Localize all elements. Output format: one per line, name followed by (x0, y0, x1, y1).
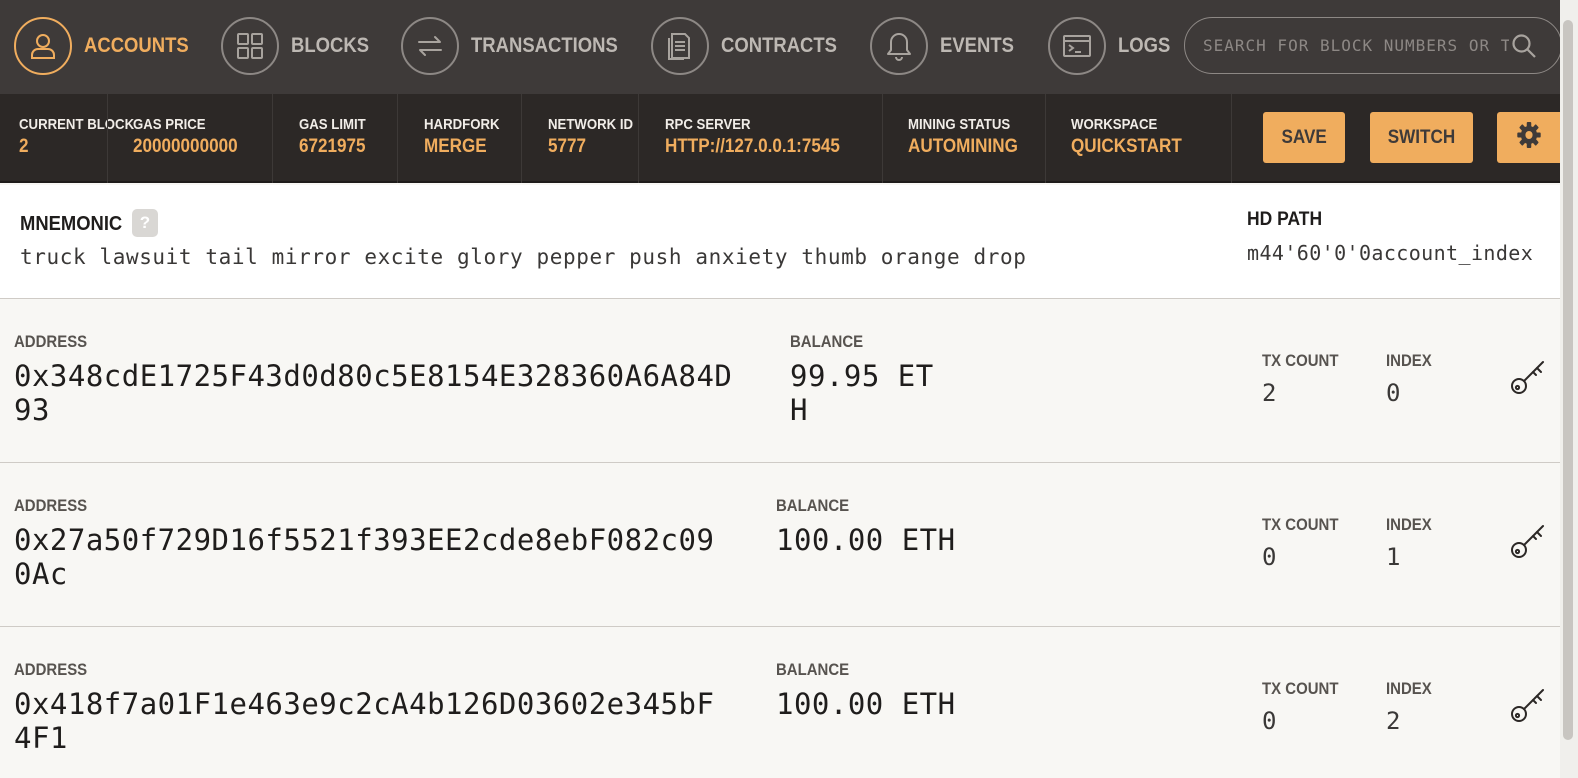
hardfork: HARDFORK MERGE (398, 94, 522, 183)
mining-status: MINING STATUS AUTOMINING (883, 94, 1046, 183)
swap-arrows-icon (401, 17, 459, 75)
index-value: 1 (1386, 543, 1401, 571)
rpc-server: RPC SERVER HTTP://127.0.0.1:7545 (639, 94, 883, 183)
account-address: 0x348cdE1725F43d0d80c5E8154E328360A6A84D… (14, 359, 733, 427)
nav-events[interactable]: EVENTS (870, 17, 1024, 75)
document-icon (651, 17, 709, 75)
tx-count-label: TX COUNT (1262, 351, 1339, 370)
account-balance: 100.00 ETH (776, 523, 956, 557)
gear-icon (1515, 120, 1542, 156)
address-label: ADDRESS (14, 660, 88, 679)
account-row[interactable]: ADDRESS 0x27a50f729D16f5521f393EE2cde8eb… (0, 463, 1560, 627)
nav-accounts[interactable]: ACCOUNTS (14, 17, 203, 75)
key-icon[interactable] (1506, 683, 1550, 727)
help-icon[interactable]: ? (132, 209, 158, 237)
balance-label: BALANCE (776, 496, 850, 515)
switch-button[interactable]: SWITCH (1370, 112, 1473, 163)
balance-label: BALANCE (790, 332, 864, 351)
address-label: ADDRESS (14, 332, 88, 351)
mnemonic-panel: MNEMONIC ? truck lawsuit tail mirror exc… (0, 185, 1560, 299)
address-label: ADDRESS (14, 496, 88, 515)
nav-contracts-label: CONTRACTS (721, 34, 838, 57)
nav-blocks[interactable]: BLOCKS (221, 17, 380, 75)
nav-contracts[interactable]: CONTRACTS (651, 17, 853, 75)
scrollbar-thumb[interactable] (1563, 20, 1573, 740)
account-balance: 100.00 ETH (776, 687, 956, 721)
gas-limit: GAS LIMIT 6721975 (273, 94, 398, 183)
gas-price: GAS PRICE 20000000000 (107, 94, 273, 183)
tx-count-value: 2 (1262, 379, 1277, 407)
top-navigation: ACCOUNTS BLOCKS TRANSACTIONS CONTRACTS E… (0, 0, 1578, 94)
hd-path-title: HD PATH (1247, 209, 1323, 230)
nav-blocks-label: BLOCKS (291, 34, 370, 57)
network-id: NETWORK ID 5777 (522, 94, 639, 183)
account-balance: 99.95 ETH (790, 359, 934, 427)
mnemonic-words: truck lawsuit tail mirror excite glory p… (20, 245, 1027, 269)
terminal-icon (1048, 17, 1106, 75)
nav-logs-label: LOGS (1118, 34, 1171, 57)
nav-accounts-label: ACCOUNTS (84, 34, 189, 57)
mnemonic-title: MNEMONIC (20, 213, 123, 235)
tx-count-label: TX COUNT (1262, 679, 1339, 698)
index-label: INDEX (1386, 515, 1432, 534)
nav-logs[interactable]: LOGS (1048, 17, 1178, 75)
index-value: 2 (1386, 707, 1401, 735)
workspace: WORKSPACE QUICKSTART (1046, 94, 1232, 183)
bell-icon (870, 17, 928, 75)
person-icon (14, 17, 72, 75)
key-icon[interactable] (1506, 355, 1550, 399)
index-value: 0 (1386, 379, 1401, 407)
search-icon[interactable] (1509, 31, 1539, 61)
settings-button[interactable] (1497, 112, 1560, 163)
account-row[interactable]: ADDRESS 0x348cdE1725F43d0d80c5E8154E3283… (0, 299, 1560, 463)
balance-label: BALANCE (776, 660, 850, 679)
tx-count-label: TX COUNT (1262, 515, 1339, 534)
current-block: CURRENT BLOCK 2 (19, 116, 135, 157)
account-address: 0x418f7a01F1e463e9c2cA4b126D03602e345bF4… (14, 687, 715, 755)
nav-events-label: EVENTS (940, 34, 1014, 57)
tx-count-value: 0 (1262, 543, 1277, 571)
status-bar: CURRENT BLOCK 2 GAS PRICE 20000000000 GA… (0, 94, 1578, 183)
index-label: INDEX (1386, 679, 1432, 698)
key-icon[interactable] (1506, 519, 1550, 563)
search-input[interactable] (1203, 18, 1509, 73)
save-button[interactable]: SAVE (1263, 112, 1345, 163)
grid-icon (221, 17, 279, 75)
nav-transactions-label: TRANSACTIONS (471, 34, 618, 57)
account-address: 0x27a50f729D16f5521f393EE2cde8ebF082c090… (14, 523, 715, 591)
account-row[interactable]: ADDRESS 0x418f7a01F1e463e9c2cA4b126D0360… (0, 627, 1560, 778)
nav-transactions[interactable]: TRANSACTIONS (401, 17, 638, 75)
tx-count-value: 0 (1262, 707, 1277, 735)
search-box (1184, 17, 1562, 74)
hd-path-value: m44'60'0'0account_index (1247, 241, 1534, 265)
index-label: INDEX (1386, 351, 1432, 370)
